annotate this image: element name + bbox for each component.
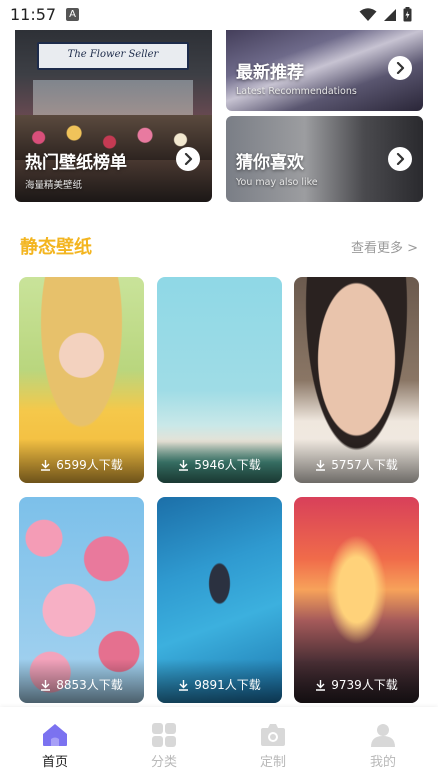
download-count-text: 6599人下载 — [56, 458, 123, 472]
download-count-text: 9891人下载 — [194, 678, 261, 692]
nav-customize-label: 定制 — [259, 755, 286, 770]
latest-card-title: 最新推荐 — [236, 63, 304, 83]
guess-card-arrow-button[interactable] — [388, 147, 412, 171]
hot-card-title: 热门壁纸榜单 — [25, 153, 127, 173]
guess-card-title: 猜你喜欢 — [236, 153, 304, 173]
hot-card-arrow-button[interactable] — [176, 147, 200, 171]
hot-card-subtitle: 海量精美壁纸 — [25, 180, 83, 191]
chevron-right-icon — [396, 62, 405, 74]
grid-icon — [152, 723, 176, 747]
wallpaper-tile[interactable]: 9891人下载 — [157, 497, 282, 703]
wifi-icon — [359, 7, 377, 21]
notification-icon: A — [66, 8, 79, 21]
nav-profile-label: 我的 — [369, 755, 396, 770]
download-count-text: 8853人下载 — [56, 678, 123, 692]
download-icon — [316, 679, 326, 691]
latest-recommendations-card[interactable]: 最新推荐 Latest Recommendations — [226, 20, 423, 111]
nav-profile[interactable]: 我的 — [348, 723, 418, 770]
nav-home-label: 首页 — [41, 755, 68, 770]
wallpaper-tile[interactable]: 5757人下载 — [294, 277, 419, 483]
section-title: 静态壁纸 — [20, 237, 92, 258]
status-time: 11:57 — [10, 5, 57, 24]
camera-icon — [261, 724, 285, 746]
latest-card-arrow-button[interactable] — [388, 56, 412, 80]
download-icon — [179, 679, 189, 691]
nav-category-label: 分类 — [150, 755, 177, 770]
chevron-right-icon — [396, 153, 405, 165]
download-count-text: 5946人下载 — [194, 458, 261, 472]
you-may-like-card[interactable]: 猜你喜欢 You may also like — [226, 116, 423, 202]
download-count: 9891人下载 — [157, 676, 282, 693]
download-count-text: 5757人下载 — [331, 458, 398, 472]
download-icon — [316, 459, 326, 471]
status-bar: 11:57 A — [0, 0, 438, 30]
home-icon — [43, 724, 67, 746]
download-count: 5757人下载 — [294, 456, 419, 473]
battery-icon — [403, 7, 412, 22]
chevron-right-icon — [184, 153, 193, 165]
profile-icon — [371, 724, 395, 747]
download-icon — [41, 459, 51, 471]
wallpaper-tile[interactable]: 5946人下载 — [157, 277, 282, 483]
view-more-link[interactable]: 查看更多 > — [351, 237, 418, 256]
nav-home[interactable]: 首页 — [20, 723, 90, 770]
latest-card-subtitle: Latest Recommendations — [236, 86, 357, 97]
hot-wallpapers-card[interactable]: The Flower Seller 热门壁纸榜单 海量精美壁纸 — [15, 20, 212, 202]
download-count: 5946人下载 — [157, 456, 282, 473]
download-count: 6599人下载 — [19, 456, 144, 473]
wallpaper-tile[interactable]: 9739人下载 — [294, 497, 419, 703]
guess-card-subtitle: You may also like — [236, 177, 318, 188]
status-icons — [359, 7, 412, 22]
signal-icon — [384, 8, 396, 21]
nav-category[interactable]: 分类 — [129, 723, 199, 770]
shop-sign-image: The Flower Seller — [37, 42, 189, 70]
download-count: 9739人下载 — [294, 676, 419, 693]
download-count: 8853人下载 — [19, 676, 144, 693]
download-icon — [41, 679, 51, 691]
download-icon — [179, 459, 189, 471]
wallpaper-tile[interactable]: 8853人下载 — [19, 497, 144, 703]
download-count-text: 9739人下载 — [331, 678, 398, 692]
shop-sign-text: The Flower Seller — [67, 49, 159, 60]
wallpaper-tile[interactable]: 6599人下载 — [19, 277, 144, 483]
nav-customize[interactable]: 定制 — [238, 723, 308, 770]
bottom-nav: 首页 分类 定制 我的 — [0, 707, 438, 779]
